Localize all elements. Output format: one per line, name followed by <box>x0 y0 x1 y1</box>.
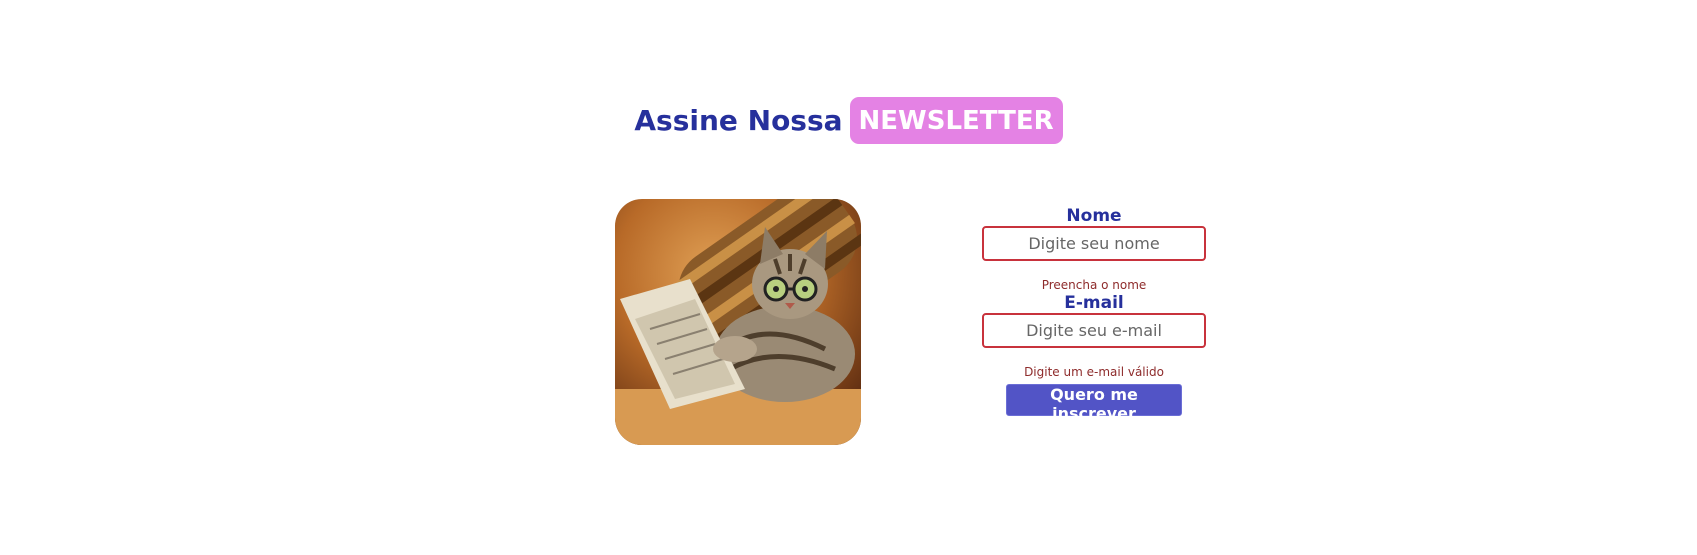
newsletter-page: Assine Nossa NEWSLETTER Nome Digite seu … <box>0 0 1697 555</box>
subscribe-button[interactable]: Quero me inscrever <box>1006 384 1182 423</box>
page-title: Assine Nossa <box>634 103 843 137</box>
newsletter-form: Nome Preencha o nome E-mail Digite um e-… <box>982 206 1206 423</box>
email-error-message: Digite um e-mail válido <box>1024 365 1164 379</box>
name-label: Nome <box>1066 206 1122 226</box>
cat-reading-newspaper-illustration <box>615 199 861 445</box>
submit-wrapper: Quero me inscrever <box>982 384 1206 423</box>
email-label: E-mail <box>1064 293 1124 313</box>
name-error-message: Preencha o nome <box>1041 278 1147 292</box>
newsletter-cat-image <box>615 199 861 445</box>
email-input[interactable] <box>982 313 1206 348</box>
page-header: Assine Nossa NEWSLETTER <box>0 97 1697 144</box>
name-input[interactable] <box>982 226 1206 261</box>
newsletter-badge: NEWSLETTER <box>849 97 1063 144</box>
